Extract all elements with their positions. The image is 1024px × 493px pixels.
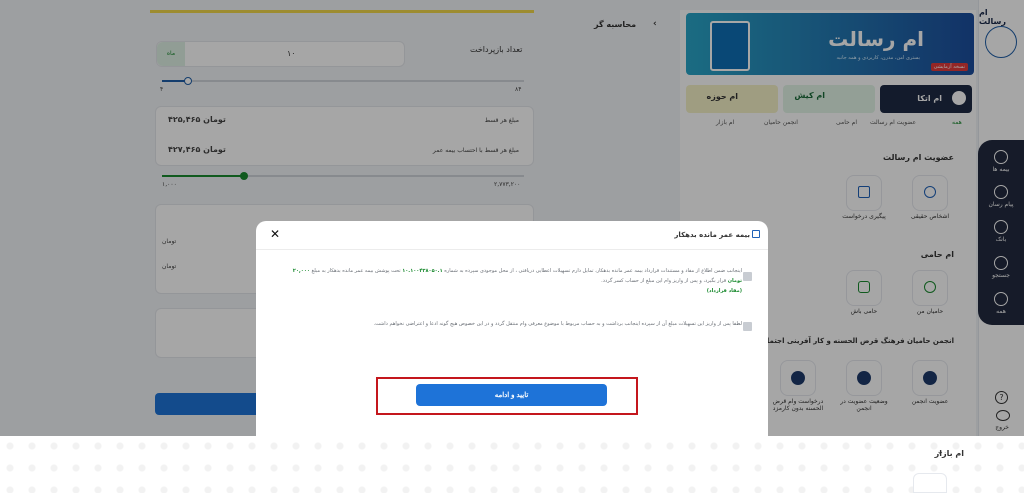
modal-divider	[256, 249, 768, 250]
chevron-down-icon[interactable]: ⌄	[936, 447, 944, 457]
confirm-continue-button[interactable]: تایید و ادامه	[416, 384, 607, 406]
agreement-checkbox-2[interactable]	[743, 322, 752, 331]
document-icon	[752, 230, 760, 238]
agreement-checkbox-1[interactable]	[743, 272, 752, 281]
account-number: ۱۰.۱۰۰۴۳۸۰۵۰.۱	[402, 268, 443, 274]
decorative-pattern	[0, 436, 1024, 493]
modal-title: بیمه عمر مانده بدهکار	[674, 231, 750, 239]
agreement-text-1: اینجانب ضمن اطلاع از مفاد و مستندات قرار…	[292, 268, 742, 294]
close-icon[interactable]: ✕	[270, 227, 280, 241]
tile-bazaar[interactable]	[913, 473, 947, 493]
contract-link[interactable]: (مفاد قرارداد)	[707, 288, 742, 294]
agreement-text-2: لطفا پس از واریز این تسهیلات مبلغ آن از …	[373, 321, 742, 327]
